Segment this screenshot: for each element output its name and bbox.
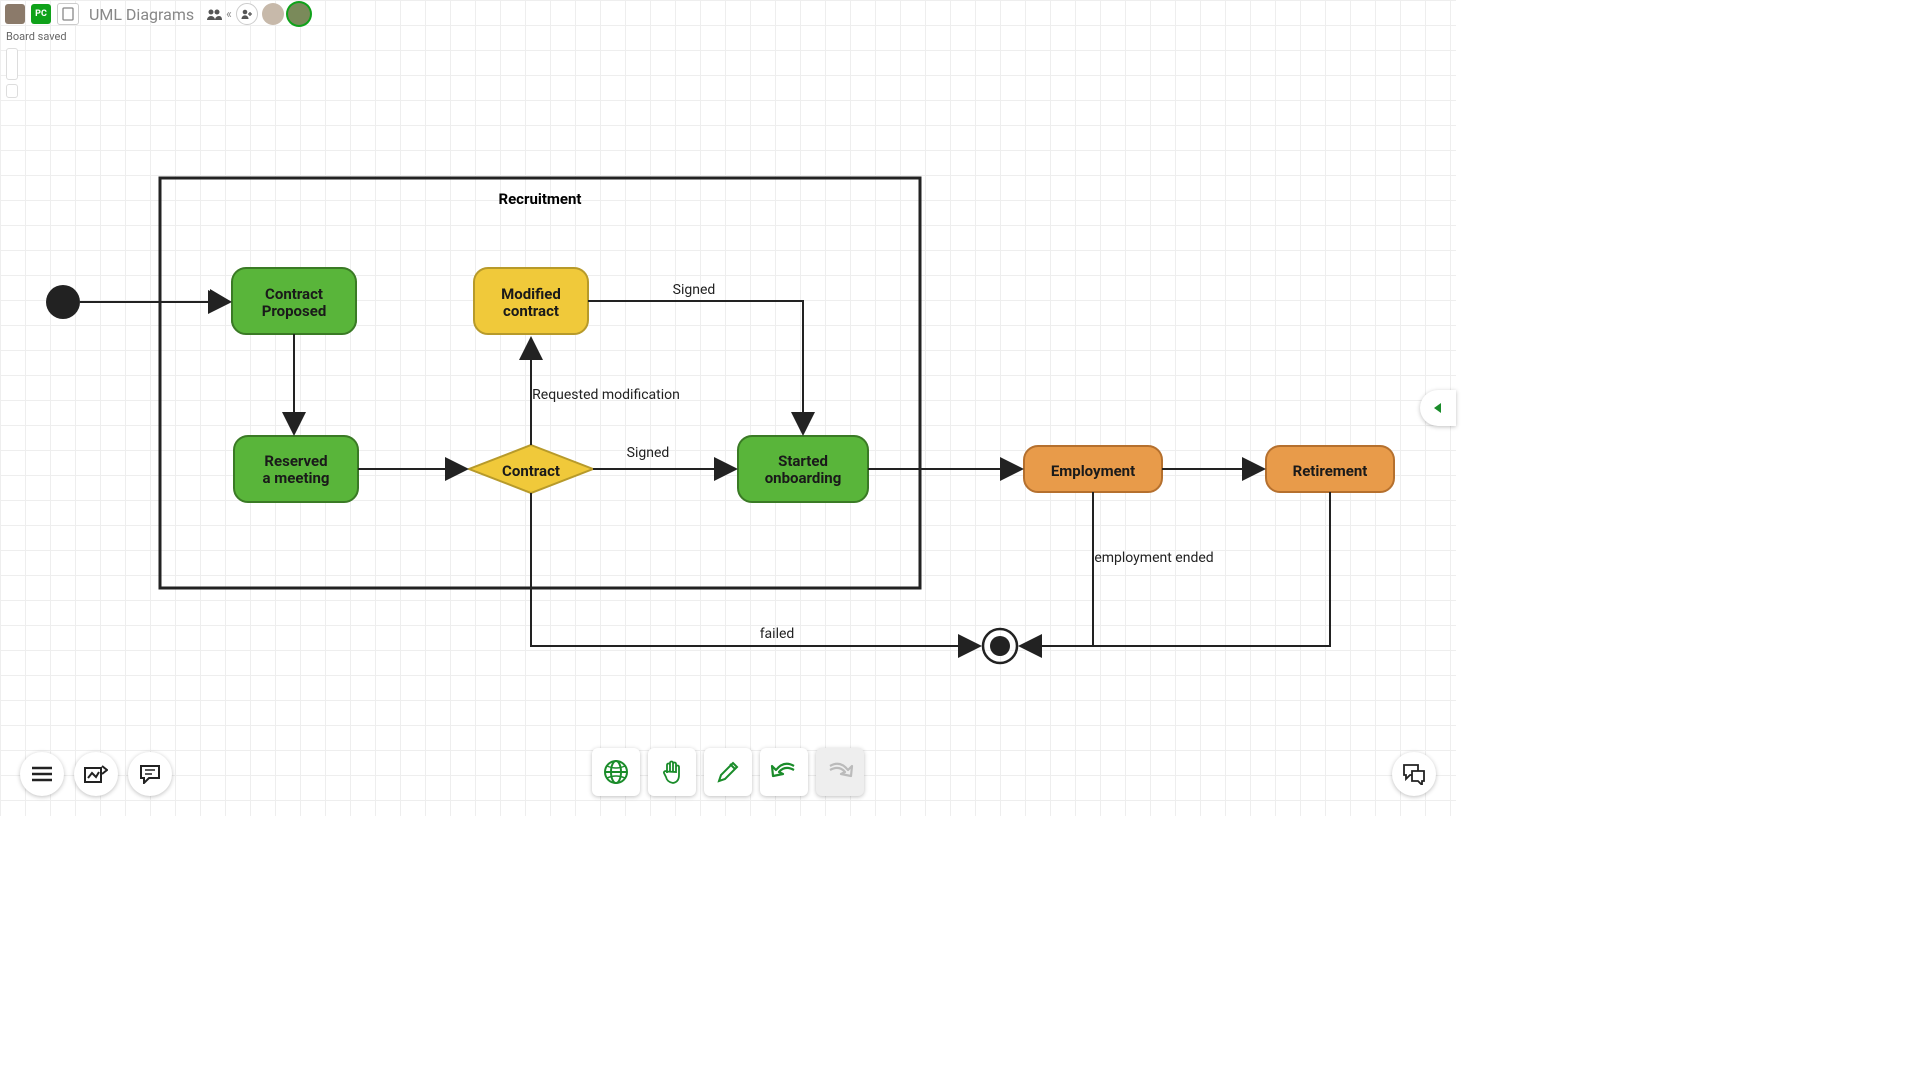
node-employment[interactable]: Employment xyxy=(1024,446,1162,492)
node-retirement[interactable]: Retirement xyxy=(1266,446,1394,492)
pencil-tool[interactable] xyxy=(704,748,752,796)
board-icon[interactable] xyxy=(57,3,79,25)
node-started-onboarding[interactable]: Startedonboarding xyxy=(738,436,868,502)
board-status: Board saved xyxy=(6,30,67,43)
redo-button[interactable] xyxy=(816,748,864,796)
frame-title: Recruitment xyxy=(498,190,581,208)
node-label: Retirement xyxy=(1293,462,1368,480)
avatar-user-1[interactable] xyxy=(5,4,25,24)
undo-button[interactable] xyxy=(760,748,808,796)
node-contract-decision[interactable]: Contract xyxy=(469,445,593,493)
edge-label-signed2: Signed xyxy=(627,445,670,461)
export-button[interactable] xyxy=(74,752,118,796)
chevron-left-icon[interactable]: « xyxy=(226,7,232,21)
diagram-svg[interactable]: Recruitment ContractProposed Reserveda m… xyxy=(0,0,1456,816)
avatar-user-2[interactable]: PC xyxy=(31,4,51,24)
node-label: Employment xyxy=(1051,462,1135,480)
edge-contract-end[interactable] xyxy=(531,493,960,646)
menu-button[interactable] xyxy=(20,752,64,796)
expand-panel-button[interactable] xyxy=(1420,390,1456,426)
initial-node[interactable] xyxy=(46,285,80,319)
add-user-button[interactable] xyxy=(236,3,258,25)
side-panel-handles[interactable] xyxy=(6,48,18,138)
edge-label-employment-ended: employment ended xyxy=(1094,550,1213,566)
globe-tool[interactable] xyxy=(592,748,640,796)
node-label: Reserveda meeting xyxy=(263,452,330,487)
final-node[interactable] xyxy=(983,629,1017,663)
node-label: Contract xyxy=(502,462,560,480)
node-label: Modifiedcontract xyxy=(501,285,561,320)
collaborator-avatar-1[interactable] xyxy=(262,3,284,25)
node-modified-contract[interactable]: Modifiedcontract xyxy=(474,268,588,334)
members-icon[interactable] xyxy=(206,5,222,24)
node-reserved-meeting[interactable]: Reserveda meeting xyxy=(234,436,358,502)
edge-employment-end[interactable] xyxy=(1040,492,1093,646)
hand-tool[interactable] xyxy=(648,748,696,796)
edge-retirement-end[interactable] xyxy=(1040,492,1330,646)
chat-button[interactable] xyxy=(1392,752,1436,796)
edge-label-failed: failed xyxy=(760,626,795,642)
node-contract-proposed[interactable]: ContractProposed xyxy=(232,268,356,334)
board-title[interactable]: UML Diagrams xyxy=(89,5,194,24)
edge-label-requested: Requested modification xyxy=(532,387,680,403)
node-label: ContractProposed xyxy=(262,285,327,320)
frame-recruitment[interactable] xyxy=(160,178,920,588)
collaborator-avatar-2[interactable] xyxy=(288,3,310,25)
comments-button[interactable] xyxy=(128,752,172,796)
edge-label-signed1: Signed xyxy=(673,282,716,298)
topbar: PC UML Diagrams « xyxy=(5,3,310,25)
